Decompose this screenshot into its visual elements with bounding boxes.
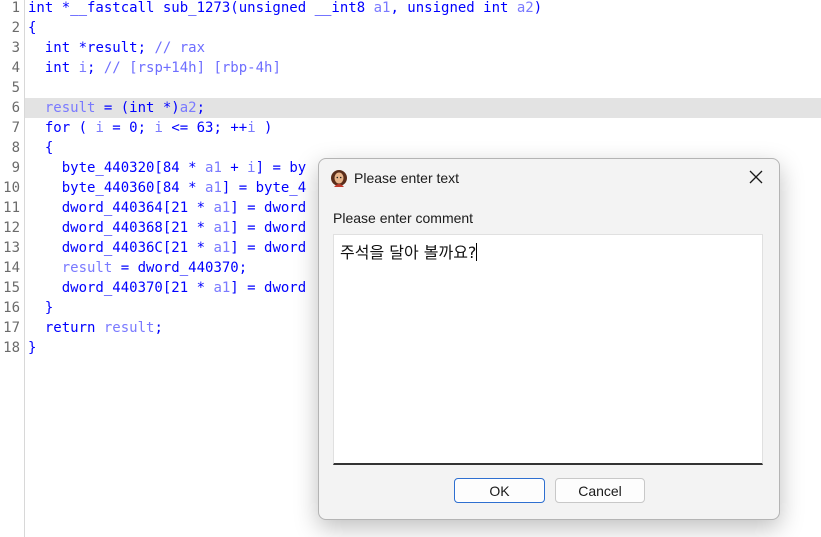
line-number: 17 [3, 320, 20, 336]
line-number: 6 [11, 100, 20, 116]
line-number: 11 [3, 200, 20, 216]
comment-text: 주석을 달아 볼까요? [340, 243, 477, 262]
text-input-dialog: Please enter text Please enter comment 주… [318, 158, 780, 520]
cancel-button[interactable]: Cancel [555, 478, 645, 503]
line-number: 16 [3, 300, 20, 316]
comment-textarea[interactable]: 주석을 달아 볼까요? [333, 234, 763, 465]
dialog-title: Please enter text [354, 170, 460, 186]
text-caret [476, 243, 478, 261]
line-number: 18 [3, 340, 20, 356]
app-avatar-icon [329, 169, 349, 189]
line-number: 10 [3, 180, 20, 196]
code-line[interactable]: int i; // [rsp+14h] [rbp-4h] [28, 58, 821, 78]
line-number: 3 [11, 40, 20, 56]
line-number: 7 [11, 120, 20, 136]
prompt-label: Please enter comment [333, 210, 474, 226]
code-line[interactable]: { [28, 18, 821, 38]
code-line[interactable]: int *result; // rax [28, 38, 821, 58]
code-line[interactable]: { [28, 138, 821, 158]
dialog-titlebar[interactable]: Please enter text [319, 159, 779, 199]
line-number: 12 [3, 220, 20, 236]
line-number: 8 [11, 140, 20, 156]
close-icon [749, 170, 763, 189]
code-line[interactable] [28, 78, 821, 98]
line-number: 14 [3, 260, 20, 276]
line-number: 1 [11, 0, 20, 16]
line-number: 9 [11, 160, 20, 176]
line-number: 15 [3, 280, 20, 296]
ok-button[interactable]: OK [454, 478, 545, 503]
line-number: 5 [11, 80, 20, 96]
close-button[interactable] [741, 164, 771, 194]
line-number: 2 [11, 20, 20, 36]
code-line[interactable]: int *__fastcall sub_1273(unsigned __int8… [28, 0, 821, 18]
code-line[interactable]: for ( i = 0; i <= 63; ++i ) [28, 118, 821, 138]
code-line[interactable]: result = (int *)a2; [25, 98, 821, 118]
line-number: 4 [11, 60, 20, 76]
line-number: 13 [3, 240, 20, 256]
